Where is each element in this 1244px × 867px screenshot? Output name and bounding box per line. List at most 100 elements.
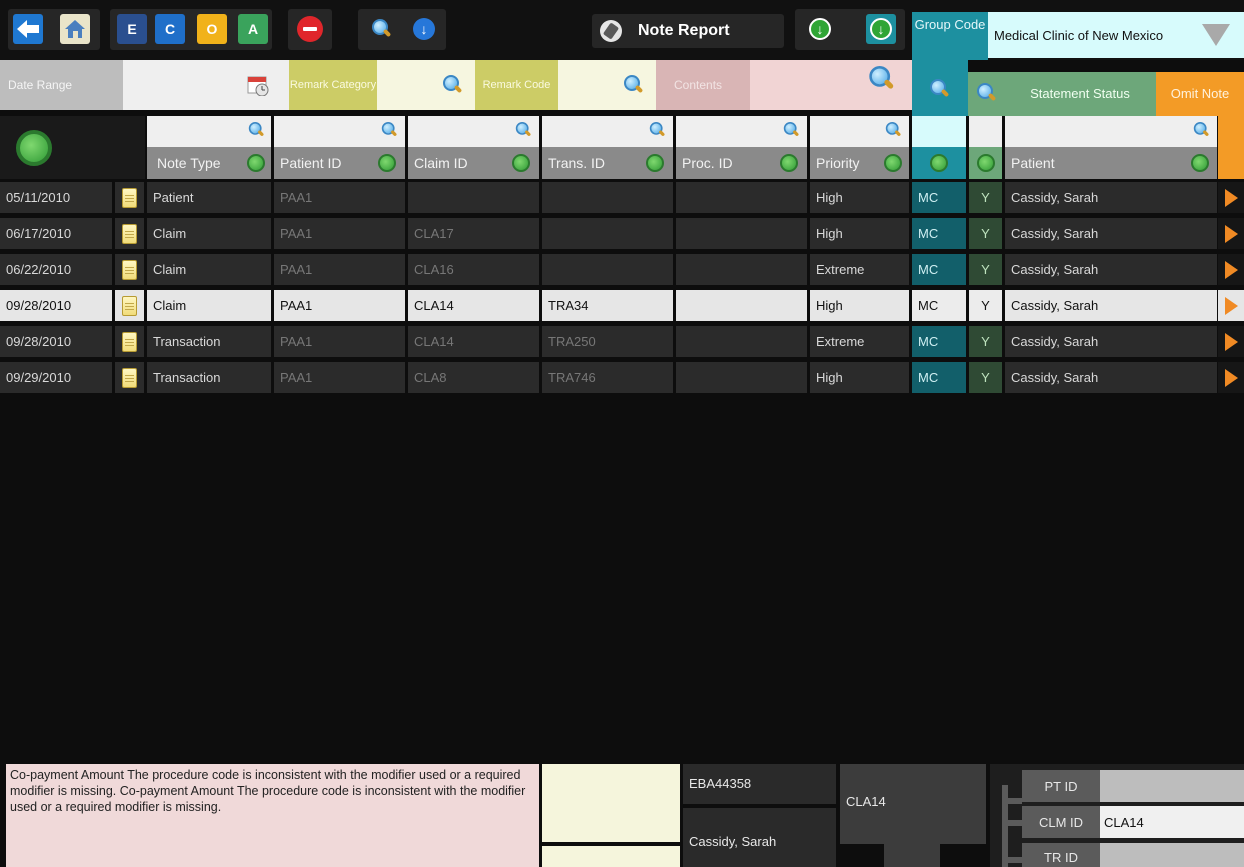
search-button[interactable] — [366, 14, 396, 44]
row-open-arrow-icon[interactable] — [1224, 260, 1238, 279]
c-button[interactable]: C — [155, 14, 185, 44]
proc-id-header[interactable]: Proc. ID — [676, 147, 807, 179]
status-search[interactable] — [968, 72, 1004, 116]
download-button[interactable]: ↓ — [409, 14, 439, 44]
sort-icon[interactable] — [378, 154, 396, 172]
cell-trans-id — [542, 218, 673, 249]
group-code-search-icon[interactable] — [928, 78, 950, 100]
search-icon[interactable] — [782, 121, 800, 139]
cell-date: 09/28/2010 — [0, 290, 112, 321]
note-icon[interactable] — [122, 187, 137, 208]
remark-code-search-icon[interactable] — [622, 74, 644, 96]
page-title: Note Report — [638, 22, 730, 39]
claim-id-header[interactable]: Claim ID — [408, 147, 539, 179]
row-open-arrow-icon[interactable] — [1224, 332, 1238, 351]
note-icon[interactable] — [122, 331, 137, 352]
calendar-icon[interactable] — [247, 74, 269, 96]
table-row[interactable]: 05/11/2010 Patient PAA1 High MC Y Cassidy, Sar… — [0, 182, 1244, 213]
o-button[interactable]: O — [197, 14, 227, 44]
patient-search[interactable] — [1005, 116, 1217, 147]
sort-icon[interactable] — [930, 154, 948, 172]
cell-group: MC — [912, 254, 966, 285]
note-type-header[interactable]: Note Type — [147, 147, 271, 179]
sort-icon[interactable] — [977, 154, 995, 172]
refresh-icon[interactable] — [16, 130, 52, 166]
e-button[interactable]: E — [117, 14, 147, 44]
clm-id-field[interactable]: CLA14 — [1100, 806, 1244, 838]
proc-id-search[interactable] — [676, 116, 807, 147]
contents-input[interactable] — [750, 60, 912, 110]
patient-id-search[interactable] — [274, 116, 405, 147]
note-icon[interactable] — [122, 223, 137, 244]
cell-note-type: Patient — [147, 182, 271, 213]
sort-icon[interactable] — [247, 154, 265, 172]
group-search-box[interactable] — [912, 116, 966, 147]
filter-funnel-icon[interactable] — [1202, 24, 1230, 46]
table-row[interactable]: 09/29/2010 Transaction PAA1 CLA8 TRA746 High M… — [0, 362, 1244, 393]
row-detail-cell — [1218, 254, 1244, 285]
stop-button[interactable] — [295, 14, 325, 44]
remark-category-label: Remark Category — [289, 60, 377, 110]
tr-id-field[interactable] — [1100, 843, 1244, 867]
note-icon-cell — [115, 362, 144, 393]
home-button[interactable] — [60, 14, 90, 44]
pt-id-field[interactable] — [1100, 770, 1244, 802]
table-row[interactable]: 06/22/2010 Claim PAA1 CLA16 Extreme MC Y Cassid… — [0, 254, 1244, 285]
note-icon[interactable] — [122, 367, 137, 388]
search-icon[interactable] — [884, 121, 902, 139]
search-icon[interactable] — [380, 121, 398, 139]
search-icon[interactable] — [514, 121, 532, 139]
date-range-input[interactable] — [123, 60, 289, 110]
remark-category-search-icon[interactable] — [441, 74, 463, 96]
row-open-arrow-icon[interactable] — [1224, 224, 1238, 243]
remark-code-input[interactable] — [558, 60, 656, 110]
sort-icon[interactable] — [646, 154, 664, 172]
trans-id-header[interactable]: Trans. ID — [542, 147, 673, 179]
row-open-arrow-icon[interactable] — [1224, 296, 1238, 315]
search-icon[interactable] — [1192, 121, 1210, 139]
table-row[interactable]: 06/17/2010 Claim PAA1 CLA17 High MC Y Cassidy, … — [0, 218, 1244, 249]
refresh-area — [0, 116, 145, 179]
status-search-box[interactable] — [969, 116, 1002, 147]
row-open-arrow-icon[interactable] — [1224, 368, 1238, 387]
clinic-selector[interactable]: Medical Clinic of New Mexico — [988, 12, 1244, 58]
row-open-arrow-icon[interactable] — [1224, 188, 1238, 207]
status-search-icon[interactable] — [975, 82, 997, 104]
note-icon[interactable] — [122, 295, 137, 316]
patient-id-header[interactable]: Patient ID — [274, 147, 405, 179]
note-contents-text: Co-payment Amount The procedure code is … — [6, 764, 539, 867]
omit-note-label[interactable]: Omit Note — [1156, 72, 1244, 116]
statement-status-label[interactable]: Statement Status — [1004, 72, 1156, 116]
a-button[interactable]: A — [238, 14, 268, 44]
cell-proc-id — [676, 254, 807, 285]
sort-icon[interactable] — [780, 154, 798, 172]
table-row[interactable]: 09/28/2010 Transaction PAA1 CLA14 TRA250 Extr… — [0, 326, 1244, 357]
cell-status: Y — [969, 362, 1002, 393]
note-type-header-label: Note Type — [157, 155, 221, 171]
sort-icon[interactable] — [1191, 154, 1209, 172]
group-header[interactable] — [912, 147, 966, 179]
claim-id-search[interactable] — [408, 116, 539, 147]
note-icon[interactable] — [122, 259, 137, 280]
priority-header[interactable]: Priority — [810, 147, 909, 179]
search-icon[interactable] — [247, 121, 265, 139]
note-type-search[interactable] — [147, 116, 271, 147]
table-row[interactable]: 09/28/2010 Claim PAA1 CLA14 TRA34 High MC Y Cass… — [0, 290, 1244, 321]
remark-category-input[interactable] — [377, 60, 475, 110]
back-button[interactable] — [13, 14, 43, 44]
green-down-button[interactable]: ↓ — [805, 14, 835, 44]
trans-id-search[interactable] — [542, 116, 673, 147]
group-code-search[interactable] — [912, 60, 968, 116]
contents-search-icon[interactable] — [867, 65, 896, 94]
e-label: E — [127, 21, 137, 37]
note-icon-cell — [115, 290, 144, 321]
status-header[interactable] — [969, 147, 1002, 179]
patient-header[interactable]: Patient — [1005, 147, 1217, 179]
priority-search[interactable] — [810, 116, 909, 147]
remark-detail-box-2 — [542, 846, 680, 867]
search-icon[interactable] — [648, 121, 666, 139]
sort-icon[interactable] — [884, 154, 902, 172]
cell-priority: Extreme — [810, 254, 909, 285]
teal-down-button[interactable]: ↓ — [866, 14, 896, 44]
sort-icon[interactable] — [512, 154, 530, 172]
